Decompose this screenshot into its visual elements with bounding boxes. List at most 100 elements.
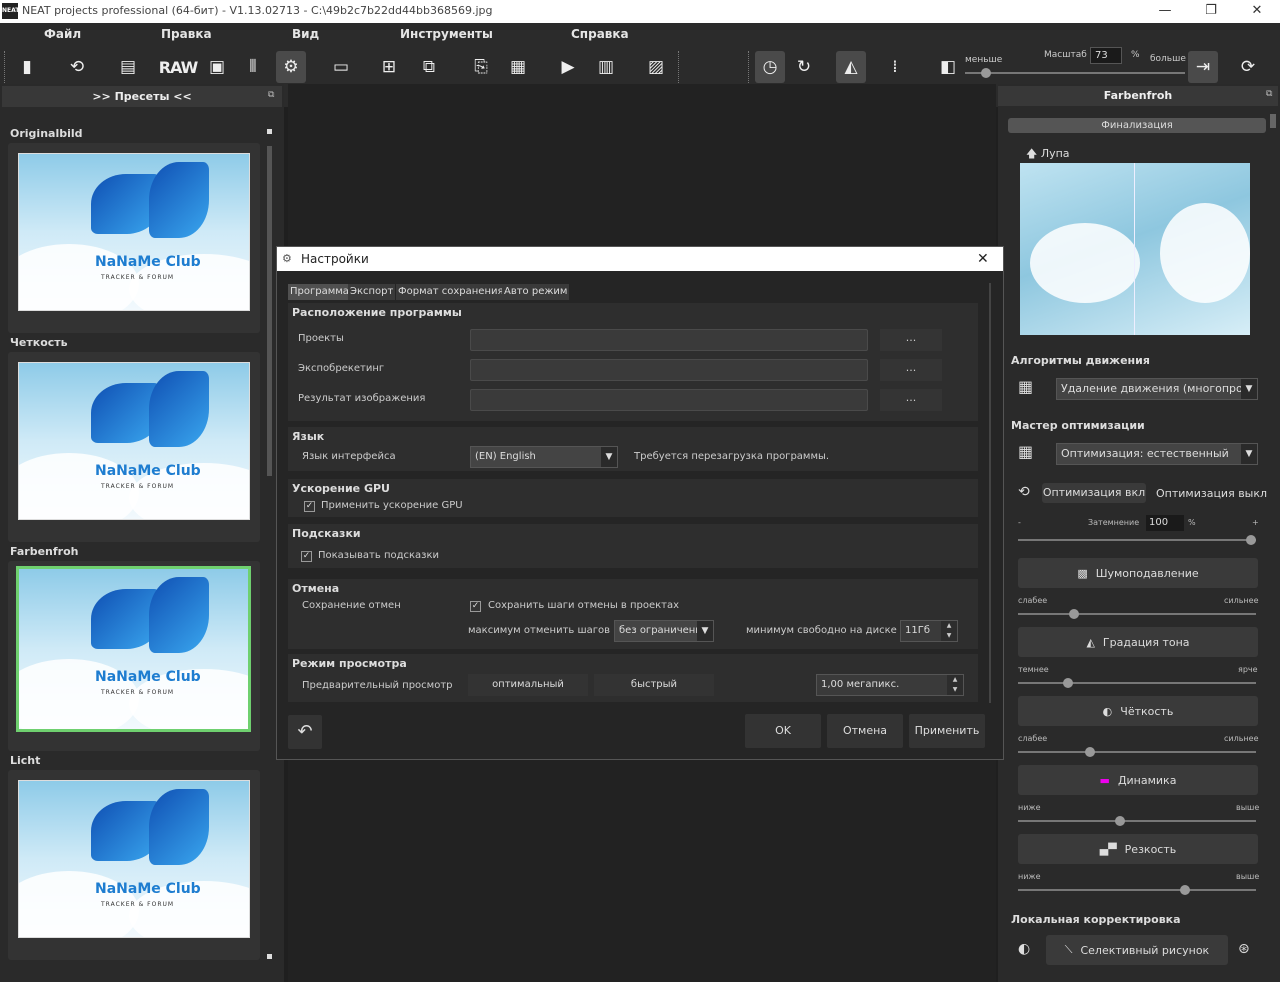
loupe-header[interactable]: 🡅 Лупа bbox=[1026, 145, 1070, 164]
batch-icon[interactable]: ▤ bbox=[113, 51, 143, 83]
spinner-arrows-icon[interactable]: ▲ ▼ bbox=[947, 675, 963, 695]
gpu-checkbox[interactable]: ✓ bbox=[304, 501, 315, 512]
undo-checkbox[interactable]: ✓ bbox=[470, 601, 481, 612]
preset-card-chetkost[interactable]: NaNaMe Club TRACKER & FORUM bbox=[8, 352, 260, 542]
result-browse-button[interactable]: ... bbox=[880, 389, 942, 411]
filmstrip-icon[interactable]: ▦ bbox=[503, 51, 533, 83]
dynamics-button[interactable]: ▬ Динамика bbox=[1018, 765, 1258, 795]
panel-undock-icon[interactable]: ⧉ bbox=[1266, 89, 1272, 99]
tone-slider-knob[interactable] bbox=[1063, 678, 1073, 688]
max-undo-select[interactable]: без ограничени ▼ bbox=[614, 620, 714, 642]
menu-help[interactable]: Справка bbox=[571, 27, 629, 41]
tone-slider[interactable] bbox=[1018, 678, 1256, 688]
motion-algorithm-select[interactable]: Удаление движения (многопроходн ▼ bbox=[1056, 378, 1258, 400]
min-disk-spinner[interactable]: 11Гб ▲ ▼ bbox=[900, 620, 958, 642]
ok-button[interactable]: OK bbox=[745, 714, 821, 748]
projects-browse-button[interactable]: ... bbox=[880, 329, 942, 351]
crop-rotate-icon[interactable]: ⟳ bbox=[1233, 51, 1263, 83]
restore-button[interactable]: ❐ bbox=[1188, 0, 1234, 23]
megapixel-spinner[interactable]: 1,00 мегапикс. ▲ ▼ bbox=[816, 674, 964, 696]
tone-gradation-button[interactable]: ◭ Градация тона bbox=[1018, 627, 1258, 657]
presets-scrollbar[interactable] bbox=[267, 146, 272, 476]
split-view-icon[interactable]: ◧ bbox=[933, 51, 963, 83]
layout-icon[interactable]: ⊞ bbox=[374, 51, 404, 83]
apply-button[interactable]: Применить bbox=[909, 714, 985, 748]
preview-fast-button[interactable]: быстрый bbox=[594, 674, 714, 696]
presets-header[interactable]: >> Пресеты << bbox=[2, 86, 282, 107]
reset-undo-icon[interactable]: ↶ bbox=[288, 715, 322, 749]
tab-auto-mode[interactable]: Авто режим bbox=[502, 284, 570, 300]
undo-label: Сохранение отмен bbox=[302, 600, 401, 611]
sharpness-button[interactable]: ◐ Чёткость bbox=[1018, 696, 1258, 726]
redo-icon[interactable]: ↻ bbox=[789, 51, 819, 83]
preset-card-licht[interactable]: NaNaMe Club TRACKER & FORUM bbox=[8, 770, 260, 960]
optim-on-button[interactable]: Оптимизация вкл bbox=[1042, 483, 1146, 503]
darken-input[interactable]: 100 bbox=[1146, 515, 1184, 531]
menu-edit[interactable]: Правка bbox=[161, 27, 212, 41]
dialog-close-button[interactable]: ✕ bbox=[977, 247, 989, 271]
grid-toggle-icon[interactable]: ⁞ bbox=[880, 51, 910, 83]
noise-slider-knob[interactable] bbox=[1069, 609, 1079, 619]
noise-reduction-button[interactable]: ▩ Шумоподавление bbox=[1018, 558, 1258, 588]
right-scrollbar[interactable] bbox=[1270, 114, 1276, 128]
zoom-slider[interactable] bbox=[965, 68, 1185, 78]
preset-card-farbenfroh[interactable]: NaNaMe Club TRACKER & FORUM bbox=[8, 561, 260, 751]
histogram-icon[interactable]: ▨ bbox=[641, 51, 671, 83]
tab-export[interactable]: Экспорт bbox=[348, 284, 396, 300]
adjust-icon[interactable]: ⫴ bbox=[238, 51, 268, 83]
spinner-arrows-icon[interactable]: ▲ ▼ bbox=[941, 621, 957, 641]
language-select[interactable]: (EN) English ▼ bbox=[470, 446, 618, 468]
menu-view[interactable]: Вид bbox=[292, 27, 319, 41]
menu-file[interactable]: Файл bbox=[44, 27, 81, 41]
sharp-slider[interactable] bbox=[1018, 747, 1256, 757]
dyn-slider[interactable] bbox=[1018, 816, 1256, 826]
crispness-button[interactable]: ▄▀ Резкость bbox=[1018, 834, 1258, 864]
finalize-button[interactable]: Финализация bbox=[1008, 118, 1266, 133]
play-icon[interactable]: ▶ bbox=[553, 51, 583, 83]
zoom-slider-knob[interactable] bbox=[981, 68, 991, 78]
exposure-browse-button[interactable]: ... bbox=[880, 359, 942, 381]
scroll-up-marker[interactable] bbox=[267, 129, 272, 134]
optim-off-button[interactable]: Оптимизация выкл bbox=[1156, 487, 1267, 500]
panel-undock-icon[interactable]: ⧉ bbox=[268, 90, 274, 100]
crisp-slider[interactable] bbox=[1018, 885, 1256, 895]
dyn-slider-knob[interactable] bbox=[1115, 816, 1125, 826]
target-icon[interactable]: ⊛ bbox=[1238, 941, 1250, 957]
export-icon[interactable]: ⧉ bbox=[414, 51, 444, 83]
settings-icon[interactable]: ⚙ bbox=[276, 51, 306, 83]
sharp-slider-knob[interactable] bbox=[1085, 747, 1095, 757]
new-file-icon[interactable]: ▮ bbox=[12, 51, 42, 83]
projects-path-input[interactable] bbox=[470, 329, 868, 351]
preview-optimal-button[interactable]: оптимальный bbox=[468, 674, 588, 696]
optim-mode-select[interactable]: Оптимизация: естественный ▼ bbox=[1056, 443, 1258, 465]
result-path-input[interactable] bbox=[470, 389, 868, 411]
gallery-icon[interactable]: ▣ bbox=[202, 51, 232, 83]
minimize-button[interactable]: — bbox=[1142, 0, 1188, 23]
preset-card-originalbild[interactable]: NaNaMe Club TRACKER & FORUM bbox=[8, 143, 260, 333]
zoom-input[interactable]: 73 bbox=[1090, 47, 1122, 64]
save-icon[interactable]: ▭ bbox=[326, 51, 356, 83]
refresh-icon[interactable]: ⟲ bbox=[1018, 484, 1030, 500]
history-icon[interactable]: ⟲ bbox=[62, 51, 92, 83]
tab-save-format[interactable]: Формат сохранения bbox=[396, 284, 506, 300]
dialog-scrollbar[interactable] bbox=[989, 283, 991, 703]
crisp-slider-knob[interactable] bbox=[1180, 885, 1190, 895]
selective-drawing-button[interactable]: ⟍ Селективный рисунок bbox=[1046, 935, 1228, 965]
fit-screen-icon[interactable]: ⇥ bbox=[1188, 51, 1218, 83]
mask-toggle-icon[interactable]: ◐ bbox=[1018, 941, 1030, 957]
hints-checkbox[interactable]: ✓ bbox=[301, 551, 312, 562]
document-icon[interactable]: ▥ bbox=[591, 51, 621, 83]
raw-button[interactable]: RAW bbox=[159, 51, 199, 83]
cancel-button[interactable]: Отмена bbox=[827, 714, 903, 748]
compare-icon[interactable]: ◭ bbox=[836, 51, 866, 83]
noise-slider[interactable] bbox=[1018, 609, 1256, 619]
tab-program[interactable]: Программа bbox=[288, 284, 351, 300]
close-window-button[interactable]: ✕ bbox=[1234, 0, 1280, 23]
darken-slider[interactable] bbox=[1018, 535, 1256, 545]
rotate-doc-icon[interactable]: ⎘ bbox=[466, 51, 496, 83]
menu-tools[interactable]: Инструменты bbox=[400, 27, 493, 41]
timer-icon[interactable]: ◷ bbox=[755, 51, 785, 83]
darken-slider-knob[interactable] bbox=[1246, 535, 1256, 545]
exposure-path-input[interactable] bbox=[470, 359, 868, 381]
scroll-down-marker[interactable] bbox=[267, 954, 272, 959]
